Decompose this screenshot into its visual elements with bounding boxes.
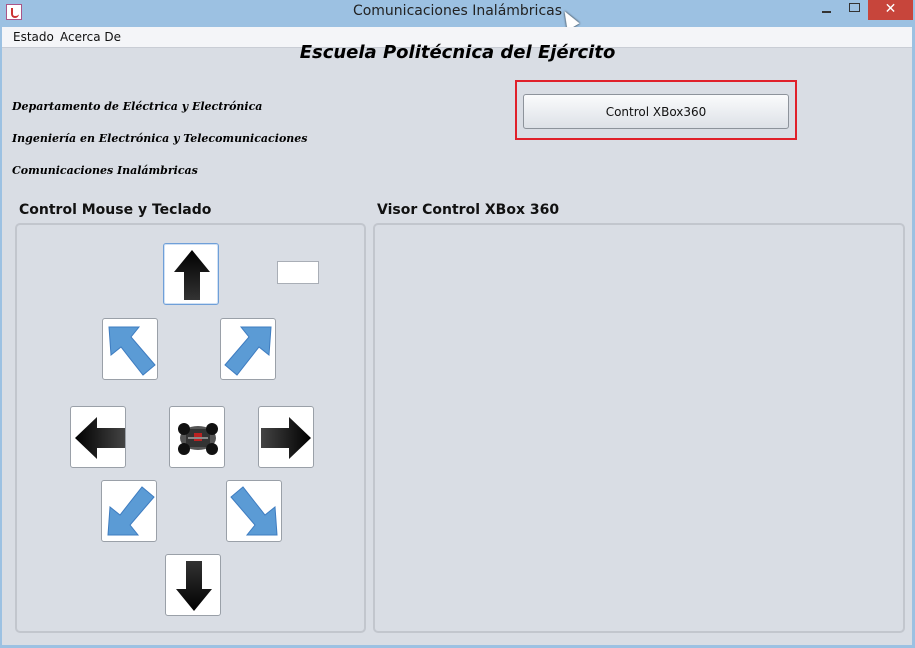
window-title: Comunicaciones Inalámbricas — [352, 3, 563, 19]
page-title: Escuela Politécnica del Ejército — [299, 42, 616, 63]
mouse-keyboard-section-title: Control Mouse y Teclado — [19, 202, 212, 218]
center-car-button[interactable] — [169, 406, 225, 468]
arrow-down-right-icon — [230, 486, 278, 536]
course-label: Comunicaciones Inalámbricas — [12, 164, 198, 177]
title-bar[interactable]: Comunicaciones Inalámbricas ✕ — [0, 0, 915, 31]
down-right-button[interactable] — [226, 480, 282, 542]
close-icon: ✕ — [884, 1, 897, 17]
rc-car-icon — [178, 423, 218, 455]
speed-field[interactable] — [277, 261, 319, 284]
arrow-left-icon — [75, 417, 125, 459]
up-left-button[interactable] — [102, 318, 158, 380]
department-label: Departamento de Eléctrica y Electrónica — [12, 100, 263, 113]
arrow-down-left-icon — [107, 486, 155, 536]
up-right-button[interactable] — [220, 318, 276, 380]
career-label: Ingeniería en Electrónica y Telecomunica… — [12, 132, 308, 145]
arrow-down-icon — [176, 561, 212, 611]
xbox-viewer-panel — [373, 223, 905, 633]
application-window: Comunicaciones Inalámbricas ✕ Estado Ace… — [0, 0, 915, 648]
left-button[interactable] — [70, 406, 126, 468]
minimize-button[interactable] — [812, 0, 840, 20]
up-button[interactable] — [163, 243, 219, 305]
arrow-up-left-icon — [108, 326, 156, 376]
close-button[interactable]: ✕ — [868, 0, 913, 20]
arrow-up-right-icon — [224, 326, 272, 376]
xbox-viewer-section-title: Visor Control XBox 360 — [377, 202, 560, 218]
down-button[interactable] — [165, 554, 221, 616]
control-xbox360-button[interactable]: Control XBox360 — [523, 94, 789, 129]
maximize-button[interactable] — [840, 0, 868, 20]
down-left-button[interactable] — [101, 480, 157, 542]
arrow-up-icon — [174, 250, 210, 300]
right-button[interactable] — [258, 406, 314, 468]
arrow-right-icon — [261, 417, 311, 459]
